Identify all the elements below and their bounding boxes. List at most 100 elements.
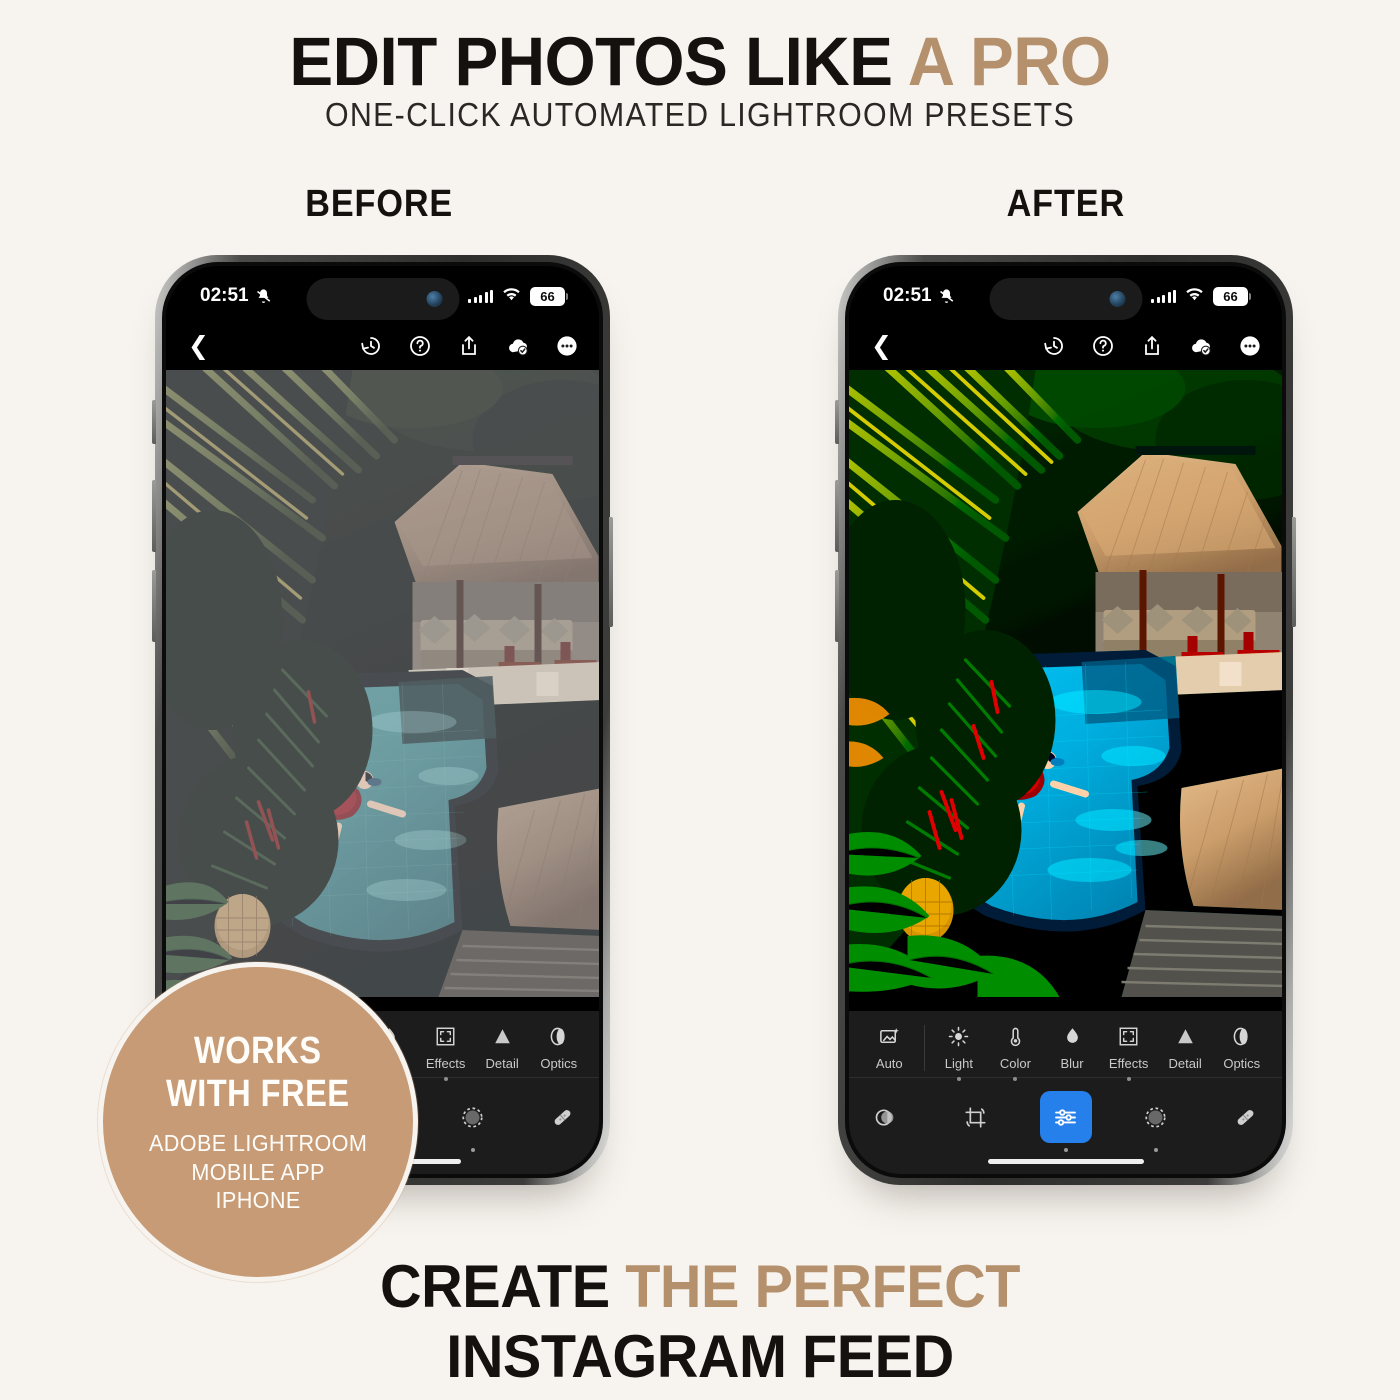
wifi-icon [502, 287, 521, 306]
edit-tool-row: Auto Light [849, 1011, 1282, 1081]
help-icon[interactable] [408, 334, 432, 358]
headline-part-1: EDIT PHOTOS LIKE [289, 23, 908, 100]
action-button[interactable] [835, 400, 839, 444]
tool-label: Blur [1060, 1056, 1084, 1071]
chevron-left-icon[interactable]: ❮ [188, 333, 209, 359]
edit-panel: Auto Light [849, 1003, 1282, 1174]
lens-icon [1230, 1023, 1253, 1049]
cellular-signal-icon [1151, 289, 1176, 303]
page-subtitle: ONE-CLICK AUTOMATED LIGHTROOM PRESETS [325, 96, 1075, 133]
frame-icon [434, 1023, 457, 1049]
tool-edited-dot [443, 1077, 448, 1081]
tool-color[interactable]: Color [987, 1023, 1044, 1081]
tool-label: Light [944, 1056, 973, 1071]
mode-dot [1153, 1148, 1158, 1152]
edit-button[interactable] [1039, 1091, 1092, 1152]
tool-label: Effects [425, 1056, 466, 1071]
cloud-check-icon[interactable] [1189, 334, 1213, 358]
thermometer-icon [1004, 1023, 1027, 1049]
badge-line-2: WITH FREE [166, 1072, 350, 1115]
masking-button[interactable] [1130, 1091, 1182, 1152]
volume-down-button[interactable] [152, 570, 156, 642]
presets-button[interactable] [860, 1091, 912, 1143]
share-icon[interactable] [457, 334, 481, 358]
tool-label: Optics [1223, 1056, 1261, 1071]
badge-line-3: ADOBE LIGHTROOM [148, 1130, 368, 1157]
tagline-part-1: CREATE [380, 1253, 626, 1320]
healing-button[interactable] [537, 1091, 589, 1143]
tool-detail[interactable]: Detail [474, 1023, 531, 1071]
photo-before [166, 370, 599, 997]
tagline-part-2: THE PERFECT [625, 1253, 1020, 1320]
volume-up-button[interactable] [835, 480, 839, 552]
phone-after: 02:51 66 ❮ Auto Light Color Blur Effects… [835, 255, 1296, 1185]
badge-line-1: WORKS [194, 1030, 322, 1073]
app-top-toolbar: ❮ [849, 322, 1282, 370]
front-camera-icon [1109, 291, 1125, 307]
more-icon[interactable] [1238, 334, 1262, 358]
auto-enhance-icon [878, 1023, 901, 1049]
mode-dot [470, 1148, 475, 1152]
tool-edited-dot [1013, 1077, 1018, 1081]
bell-slash-icon [938, 288, 955, 305]
tool-light[interactable]: Light [931, 1023, 988, 1081]
label-before: BEFORE [305, 183, 454, 225]
headline-part-2: A PRO [907, 23, 1111, 100]
status-time: 02:51 [200, 285, 249, 306]
chevron-left-icon[interactable]: ❮ [871, 333, 892, 359]
droplet-icon [1061, 1023, 1084, 1049]
triangle-icon [491, 1023, 514, 1049]
tool-detail[interactable]: Detail [1157, 1023, 1214, 1071]
wifi-icon [1185, 287, 1204, 306]
cloud-check-icon[interactable] [506, 334, 530, 358]
dynamic-island [989, 278, 1142, 320]
action-button[interactable] [152, 400, 156, 444]
badge-line-5: IPHONE [215, 1186, 301, 1213]
tool-optics[interactable]: Optics [1213, 1023, 1270, 1071]
lens-icon [547, 1023, 570, 1049]
bell-slash-icon [255, 288, 272, 305]
tool-label: Optics [540, 1056, 578, 1071]
power-button[interactable] [1292, 517, 1296, 627]
works-with-free-badge: WORKS WITH FREE ADOBE LIGHTROOM MOBILE A… [98, 962, 418, 1282]
history-icon[interactable] [359, 334, 383, 358]
mode-row [849, 1078, 1282, 1153]
cellular-signal-icon [468, 289, 493, 303]
tool-blur[interactable]: Blur [1044, 1023, 1101, 1071]
more-icon[interactable] [555, 334, 579, 358]
volume-down-button[interactable] [835, 570, 839, 642]
status-time: 02:51 [883, 285, 932, 306]
screen-after: 02:51 66 ❮ Auto Light Color Blur Effects… [849, 266, 1282, 1174]
history-icon[interactable] [1042, 334, 1066, 358]
tool-label: Effects [1108, 1056, 1149, 1071]
tagline-line-2: INSTAGRAM FEED [446, 1323, 954, 1390]
photo-after [849, 370, 1282, 997]
tool-divider [923, 1025, 925, 1071]
volume-up-button[interactable] [152, 480, 156, 552]
tool-edited-dot [956, 1077, 961, 1081]
help-icon[interactable] [1091, 334, 1115, 358]
mode-dot [1063, 1148, 1068, 1152]
battery-indicator: 66 [530, 286, 568, 306]
crop-button[interactable] [950, 1091, 1002, 1143]
dynamic-island [306, 278, 459, 320]
page-title: EDIT PHOTOS LIKE A PRO [35, 22, 1365, 101]
tool-optics[interactable]: Optics [530, 1023, 587, 1071]
front-camera-icon [426, 291, 442, 307]
tool-label: Auto [875, 1056, 903, 1071]
healing-button[interactable] [1220, 1091, 1272, 1143]
badge-line-4: MOBILE APP [191, 1158, 325, 1185]
sun-icon [947, 1023, 970, 1049]
tool-auto[interactable]: Auto [861, 1023, 918, 1071]
tool-effects[interactable]: Effects [417, 1023, 474, 1081]
tool-effects[interactable]: Effects [1100, 1023, 1157, 1081]
battery-indicator: 66 [1213, 286, 1251, 306]
tool-label: Detail [1168, 1056, 1202, 1071]
tool-label: Detail [485, 1056, 519, 1071]
app-top-toolbar: ❮ [166, 322, 599, 370]
home-indicator[interactable] [987, 1159, 1144, 1164]
power-button[interactable] [609, 517, 613, 627]
masking-button[interactable] [447, 1091, 499, 1152]
share-icon[interactable] [1140, 334, 1164, 358]
label-after: AFTER [1006, 183, 1126, 225]
